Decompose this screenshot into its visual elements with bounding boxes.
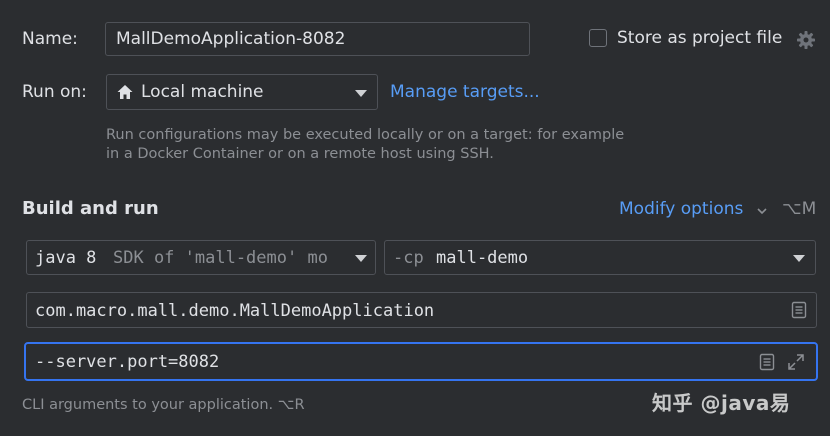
store-as-project-label[interactable]: Store as project file <box>617 28 782 48</box>
program-arguments-value: --server.port=8082 <box>35 352 220 372</box>
run-on-dropdown[interactable]: Local machine <box>106 74 378 110</box>
browse-document-icon[interactable] <box>791 301 807 319</box>
store-as-project-checkbox[interactable] <box>589 29 607 47</box>
manage-targets-link[interactable]: Manage targets... <box>390 82 540 102</box>
expand-arrows-icon[interactable] <box>787 353 805 371</box>
modify-options-link[interactable]: Modify options <box>619 199 743 219</box>
name-field[interactable]: MallDemoApplication-8082 <box>105 22 530 56</box>
home-icon <box>116 83 134 101</box>
name-field-value: MallDemoApplication-8082 <box>116 29 346 49</box>
program-arguments-hint: CLI arguments to your application. ⌥R <box>22 397 305 413</box>
modify-options-chevron-icon[interactable] <box>756 202 768 215</box>
main-class-field[interactable]: com.macro.mall.demo.MallDemoApplication <box>26 292 817 328</box>
run-on-help-line1: Run configurations may be executed local… <box>106 127 625 143</box>
build-and-run-title: Build and run <box>22 198 159 219</box>
watermark-text: 知乎 @java易 <box>652 391 791 415</box>
run-on-label: Run on: <box>22 82 87 102</box>
run-on-value: Local machine <box>141 82 264 102</box>
sdk-main: java 8 <box>35 248 97 268</box>
name-label: Name: <box>22 29 78 49</box>
sdk-detail: SDK of 'mall-demo' mo <box>113 248 328 268</box>
gear-icon[interactable] <box>796 30 816 50</box>
expand-document-icon[interactable] <box>759 353 775 371</box>
classpath-value: mall-demo <box>436 248 529 268</box>
modify-options-shortcut: ⌥M <box>782 199 817 219</box>
run-on-help-line2: in a Docker Container or on a remote hos… <box>106 146 494 162</box>
program-arguments-field[interactable]: --server.port=8082 <box>24 342 818 381</box>
sdk-dropdown[interactable]: java 8 SDK of 'mall-demo' mo <box>26 240 376 275</box>
sdk-chevron-down-icon <box>355 255 367 262</box>
classpath-chevron-down-icon <box>793 255 805 262</box>
main-class-value: com.macro.mall.demo.MallDemoApplication <box>35 301 435 321</box>
chevron-down-icon <box>355 90 367 97</box>
classpath-dropdown[interactable]: -cp mall-demo <box>384 240 816 275</box>
classpath-prefix: -cp <box>393 248 424 268</box>
